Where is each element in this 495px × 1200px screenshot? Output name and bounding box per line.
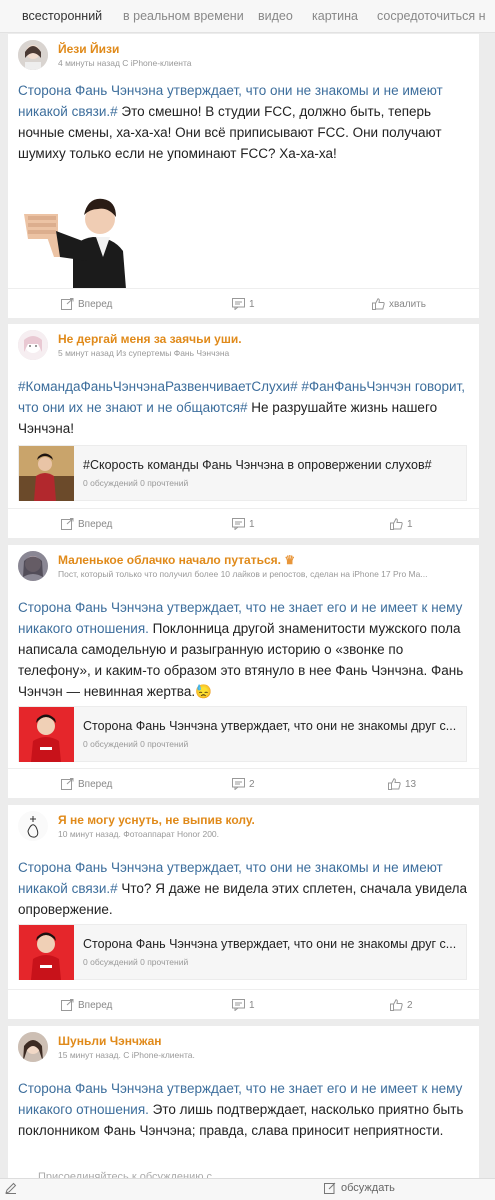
forward-button[interactable]: Вперед [61,509,112,539]
link-stats: 0 обсуждений 0 прочтений [83,739,189,749]
avatar[interactable] [18,551,48,581]
forward-icon [61,518,74,530]
link-thumbnail [19,707,74,762]
comment-count: 1 [249,999,255,1011]
forward-icon [61,999,74,1011]
link-thumbnail [19,925,74,980]
thumbs-up-icon [388,778,401,790]
forward-label: Вперед [78,999,113,1011]
post-actions: Вперед 1 2 [8,989,479,1019]
post-meta: 4 минуты назад С iPhone-клиента [58,58,192,68]
post-text: #КомандаФаньЧэнчэнаРазвенчиваетСлухи# #Ф… [18,376,470,439]
link-title: #Скорость команды Фань Чэнчэна в опровер… [83,458,432,472]
discuss-button[interactable]: обсуждать [324,1182,395,1194]
like-button[interactable]: хвалить [372,289,426,319]
comment-count: 2 [249,778,255,790]
pencil-icon [5,1182,17,1194]
tab-picture[interactable]: картина [312,9,358,23]
like-button[interactable]: 13 [388,769,416,799]
avatar[interactable] [18,1032,48,1062]
comment-button[interactable]: 1 [232,289,255,319]
bottom-bar: обсуждать [0,1178,495,1200]
forward-button[interactable]: Вперед [61,289,112,319]
post-actions: Вперед 2 13 [8,768,479,798]
forward-button[interactable]: Вперед [61,990,112,1020]
tab-realtime[interactable]: в реальном времени [123,9,244,23]
tab-video[interactable]: видео [258,9,293,23]
like-count: 1 [407,518,413,530]
username[interactable]: Шуньли Чэнчжан [58,1034,162,1048]
like-count: 2 [407,999,413,1011]
post-card: Йези Йизи 4 минуты назад С iPhone-клиент… [8,34,479,318]
forward-label: Вперед [78,778,113,790]
comment-button[interactable]: 1 [232,509,255,539]
crown-icon: ♛ [284,553,296,567]
tab-comprehensive[interactable]: всесторонний [22,9,102,23]
link-thumbnail [19,446,74,501]
post-card: Не дергай меня за заячьи уши. 5 минут на… [8,324,479,538]
post-text: Сторона Фань Чэнчэна утверждает, что не … [18,1078,470,1141]
post-card: Шуньли Чэнчжан 15 минут назад. С iPhone-… [8,1026,479,1178]
comment-icon [232,778,245,790]
thumbs-up-icon [390,999,403,1011]
forward-button[interactable]: Вперед [61,769,112,799]
post-card: Маленькое облачко начало путаться. ♛ Пос… [8,545,479,798]
post-meta: 5 минут назад Из супертемы Фань Чэнчэна [58,348,230,358]
comment-button[interactable]: 2 [232,769,255,799]
thumbs-up-icon [390,518,403,530]
link-stats: 0 обсуждений 0 прочтений [83,478,189,488]
link-title: Сторона Фань Чэнчэна утверждает, что они… [83,937,457,951]
discuss-label: обсуждать [341,1182,395,1194]
post-actions: Вперед 1 хвалить [8,288,479,318]
thumbs-up-icon [372,298,385,310]
post-meta: 10 минут назад. Фотоаппарат Honor 200. [58,829,220,839]
username[interactable]: Маленькое облачко начало путаться. ♛ [58,553,295,567]
username-text: Маленькое облачко начало путаться. [58,553,281,567]
like-button[interactable]: 2 [390,990,413,1020]
link-stats: 0 обсуждений 0 прочтений [83,957,189,967]
post-meta: Пост, который только что получил более 1… [58,569,428,579]
post-meta: 15 минут назад. С iPhone-клиента. [58,1050,195,1060]
post-text: Сторона Фань Чэнчэна утверждает, что они… [18,80,470,164]
like-count: 13 [405,778,417,790]
comment-count: 1 [249,298,255,310]
forward-icon [61,778,74,790]
link-card[interactable]: Сторона Фань Чэнчэна утверждает, что они… [18,706,467,762]
link-card[interactable]: Сторона Фань Чэнчэна утверждает, что они… [18,924,467,980]
avatar[interactable] [18,330,48,360]
username[interactable]: Я не могу уснуть, не выпив колу. [58,813,255,827]
post-actions: Вперед 1 1 [8,508,479,538]
link-card[interactable]: #Скорость команды Фань Чэнчэна в опровер… [18,445,467,501]
comment-button[interactable]: 1 [232,990,255,1020]
comment-icon [232,298,245,310]
avatar[interactable] [18,40,48,70]
edit-icon [324,1182,336,1194]
avatar[interactable] [18,811,48,841]
tab-follow[interactable]: сосредоточиться н [377,9,486,23]
comment-input[interactable] [5,1182,17,1194]
forward-icon [61,298,74,310]
post-text: Сторона Фань Чэнчэна утверждает, что не … [18,597,470,702]
link-title: Сторона Фань Чэнчэна утверждает, что они… [83,719,457,733]
forward-label: Вперед [78,518,113,530]
like-count: хвалить [389,298,426,310]
forward-label: Вперед [78,298,113,310]
comment-icon [232,518,245,530]
sweat-emoji-icon: 😓 [195,684,212,699]
like-button[interactable]: 1 [390,509,413,539]
username[interactable]: Йези Йизи [58,42,119,56]
comment-count: 1 [249,518,255,530]
tab-bar: всесторонний в реальном времени видео ка… [0,0,495,33]
post-card: Я не могу уснуть, не выпив колу. 10 мину… [8,805,479,1019]
post-image[interactable] [18,179,128,289]
post-text: Сторона Фань Чэнчэна утверждает, что они… [18,857,470,920]
username[interactable]: Не дергай меня за заячьи уши. [58,332,242,346]
comment-icon [232,999,245,1011]
